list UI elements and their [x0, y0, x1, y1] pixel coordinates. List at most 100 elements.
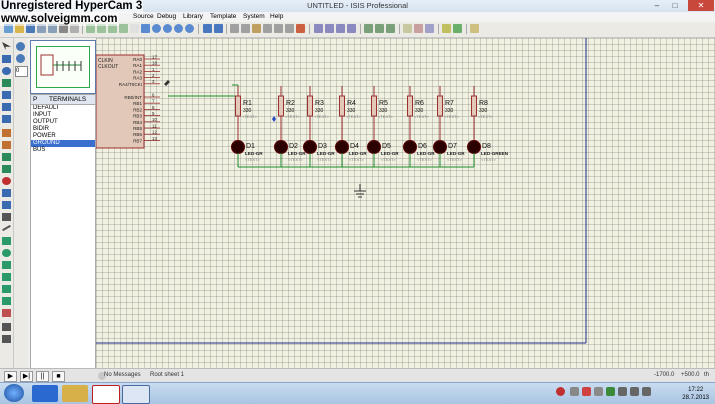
path-icon[interactable] [2, 273, 11, 281]
block-copy-icon[interactable] [263, 24, 272, 33]
resistor-r8[interactable] [471, 95, 477, 117]
bus-icon[interactable] [2, 103, 11, 111]
led-d6[interactable] [403, 140, 417, 154]
messages-status[interactable]: No Messages [104, 372, 141, 378]
led-d7[interactable] [433, 140, 447, 154]
redo-icon[interactable] [214, 24, 223, 33]
terminal-item-output[interactable]: OUTPUT [31, 119, 95, 126]
recorder-tray-icon[interactable] [556, 387, 565, 396]
virtual-instruments-icon[interactable] [2, 213, 11, 221]
led-d2[interactable] [274, 140, 288, 154]
rotate-icon[interactable] [2, 323, 11, 331]
menu-help[interactable]: Help [270, 13, 283, 20]
zoom-all-icon[interactable] [174, 24, 183, 33]
make-device-icon[interactable] [325, 24, 334, 33]
network-icon[interactable] [630, 387, 639, 396]
close-button[interactable]: ✕ [688, 0, 714, 11]
component-mode-icon[interactable] [2, 55, 11, 63]
current-probe-icon[interactable] [2, 201, 11, 209]
block-move-icon[interactable] [274, 24, 283, 33]
rotate-cw-icon[interactable] [16, 42, 25, 51]
step-button[interactable]: ▶| [20, 371, 33, 382]
menu-system[interactable]: System [243, 13, 265, 20]
resistor-r3[interactable] [307, 95, 313, 117]
tray-icon[interactable] [570, 387, 579, 396]
led-d4[interactable] [335, 140, 349, 154]
tray-icon[interactable] [582, 387, 591, 396]
terminal-item-bus[interactable]: BUS [31, 147, 95, 154]
tray-icon[interactable] [594, 387, 603, 396]
zoom-out-icon[interactable] [163, 24, 172, 33]
selection-mode-icon[interactable] [2, 42, 11, 50]
netlist-to-ares-icon[interactable] [470, 24, 479, 33]
cut-icon[interactable] [230, 24, 239, 33]
start-button[interactable] [4, 384, 24, 402]
graph-mode-icon[interactable] [2, 153, 11, 161]
junction-dot-icon[interactable] [2, 67, 11, 75]
overview-window[interactable] [30, 40, 96, 94]
led-d5[interactable] [367, 140, 381, 154]
voltage-probe-icon[interactable] [2, 189, 11, 197]
isis-taskbar-icon[interactable] [122, 385, 150, 404]
search-tag-icon[interactable] [375, 24, 384, 33]
text-script-icon[interactable] [2, 91, 11, 99]
tray-icon[interactable] [606, 387, 615, 396]
subcircuit-icon[interactable] [2, 115, 11, 123]
play-button[interactable]: ▶ [4, 371, 17, 382]
schematic-canvas[interactable]: CLKIN CLKOUT RA0 17 RA1 18 RA2 1 RA3 2 RA4/T0CKI 3 R… [96, 38, 715, 368]
resistor-r1[interactable] [235, 95, 241, 117]
bill-of-materials-icon[interactable] [442, 24, 451, 33]
pick-device-icon[interactable] [314, 24, 323, 33]
pause-button[interactable]: || [36, 371, 49, 382]
box-icon[interactable] [2, 237, 11, 245]
resistor-r4[interactable] [339, 95, 345, 117]
terminals-mode-icon[interactable] [2, 129, 11, 137]
wire-label-icon[interactable] [2, 79, 11, 87]
resistor-r6[interactable] [407, 95, 413, 117]
menu-library[interactable]: Library [183, 13, 203, 20]
rotate-ccw-icon[interactable] [16, 54, 25, 63]
resistor-r7[interactable] [437, 95, 443, 117]
marker-icon[interactable] [2, 309, 11, 317]
copy-icon[interactable] [241, 24, 250, 33]
zoom-in-icon[interactable] [152, 24, 161, 33]
led-d1[interactable] [231, 140, 245, 154]
stop-button[interactable]: ■ [52, 371, 65, 382]
explorer-taskbar-icon[interactable] [62, 385, 88, 402]
yandex-taskbar-icon[interactable] [92, 385, 120, 404]
menu-template[interactable]: Template [210, 13, 236, 20]
terminal-item-bidir[interactable]: BIDIR [31, 126, 95, 133]
tape-recorder-icon[interactable] [2, 165, 11, 173]
ie-taskbar-icon[interactable] [32, 385, 58, 402]
clock[interactable]: 17:22 28.7.2013 [682, 386, 709, 402]
remove-sheet-icon[interactable] [414, 24, 423, 33]
packaging-icon[interactable] [336, 24, 345, 33]
line-icon[interactable] [2, 224, 11, 232]
decompose-icon[interactable] [347, 24, 356, 33]
maximize-button[interactable]: □ [666, 0, 684, 11]
panel-pick-button[interactable]: P [33, 96, 37, 103]
volume-icon[interactable] [642, 387, 651, 396]
terminal-item-input[interactable]: INPUT [31, 112, 95, 119]
wire-autorouter-icon[interactable] [364, 24, 373, 33]
terminal-item-ground[interactable]: GROUND [31, 140, 95, 147]
arc-icon[interactable] [2, 261, 11, 269]
resistor-r5[interactable] [371, 95, 377, 117]
new-sheet-icon[interactable] [403, 24, 412, 33]
block-delete-icon[interactable] [296, 24, 305, 33]
undo-icon[interactable] [203, 24, 212, 33]
resistor-r2[interactable] [278, 95, 284, 117]
rotation-angle-input[interactable]: 0 [15, 66, 28, 77]
electrical-rule-check-icon[interactable] [453, 24, 462, 33]
text-icon[interactable] [2, 285, 11, 293]
circle-icon[interactable] [2, 249, 11, 257]
device-pins-icon[interactable] [2, 141, 11, 149]
led-d8[interactable] [467, 140, 481, 154]
tray-icon[interactable] [618, 387, 627, 396]
paste-icon[interactable] [252, 24, 261, 33]
terminal-item-default[interactable]: DEFAULT [31, 105, 95, 112]
terminal-item-power[interactable]: POWER [31, 133, 95, 140]
minimize-button[interactable]: – [648, 0, 666, 11]
symbol-icon[interactable] [2, 297, 11, 305]
zoom-area-icon[interactable] [185, 24, 194, 33]
